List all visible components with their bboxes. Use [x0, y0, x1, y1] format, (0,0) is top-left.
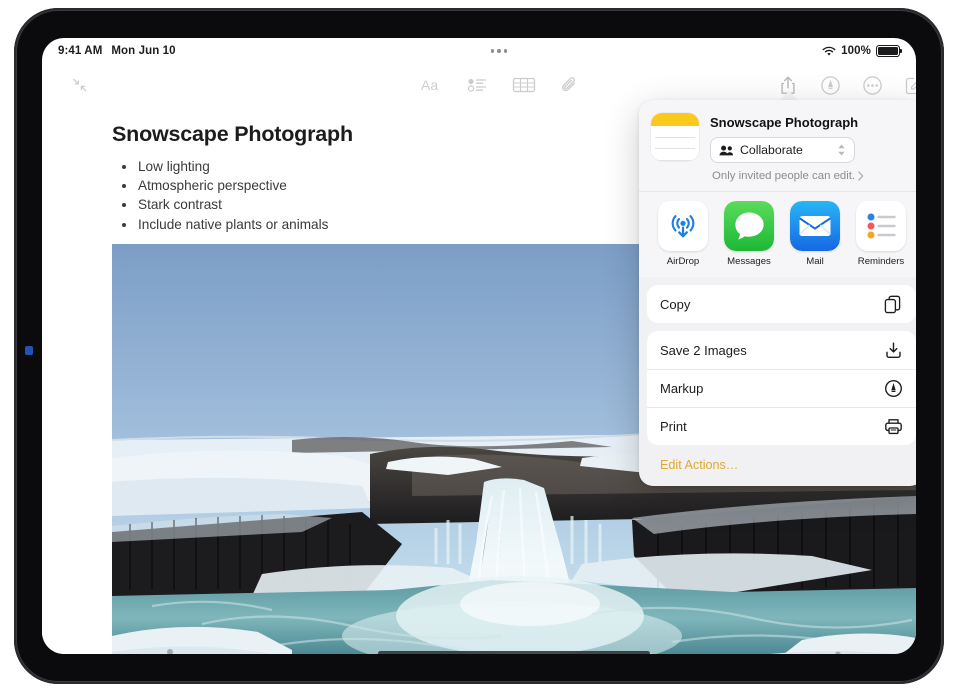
notes-app-icon	[651, 113, 699, 161]
action-print[interactable]: Print	[647, 407, 916, 445]
reminders-icon	[856, 201, 906, 251]
collaborate-label: Collaborate	[740, 143, 831, 157]
save-download-icon	[884, 341, 903, 360]
checklist-icon	[467, 76, 489, 94]
chevron-up-down-icon	[837, 143, 846, 157]
share-target-messages[interactable]: Messages	[723, 201, 775, 267]
share-target-reminders[interactable]: Reminders	[855, 201, 907, 267]
text-format-button[interactable]: Aa	[416, 70, 448, 100]
action-group-primary: Copy	[647, 285, 916, 323]
share-sheet-header: Snowscape Photograph Collaborate	[639, 100, 916, 191]
status-bar-right: 100%	[822, 45, 900, 57]
battery-percent-label: 100%	[841, 45, 871, 57]
share-target-airdrop[interactable]: AirDrop	[657, 201, 709, 267]
messages-tile	[724, 201, 774, 251]
two-people-icon	[719, 145, 734, 156]
edit-actions-button[interactable]: Edit Actions…	[639, 445, 916, 486]
more-ellipsis-icon	[862, 75, 883, 96]
paperclip-icon	[560, 75, 580, 95]
reminders-tile	[856, 201, 906, 251]
app-label: Mail	[806, 256, 824, 267]
copy-icon	[884, 295, 903, 314]
more-button[interactable]	[856, 70, 888, 100]
permission-text: Only invited people can edit.	[712, 170, 855, 182]
action-label: Markup	[660, 381, 884, 396]
ipad-screen: 9:41 AM Mon Jun 10 100%	[42, 38, 916, 654]
status-time: 9:41 AM	[58, 45, 102, 57]
battery-icon	[876, 45, 900, 57]
action-label: Save 2 Images	[660, 343, 884, 358]
table-icon	[512, 76, 536, 94]
markup-pen-icon	[884, 379, 903, 398]
status-bar-left: 9:41 AM Mon Jun 10	[58, 45, 176, 57]
action-group-secondary: Save 2 Images Markup P	[647, 331, 916, 445]
action-copy[interactable]: Copy	[647, 285, 916, 323]
checklist-button[interactable]	[462, 70, 494, 100]
share-app-row[interactable]: AirDrop Messages	[639, 191, 916, 277]
app-label: AirDrop	[667, 256, 700, 267]
share-target-mail[interactable]: Mail	[789, 201, 841, 267]
home-indicator[interactable]	[378, 651, 650, 654]
svg-text:Aa: Aa	[421, 77, 438, 93]
mail-tile	[790, 201, 840, 251]
action-save-images[interactable]: Save 2 Images	[647, 331, 916, 369]
ipad-device-frame: 9:41 AM Mon Jun 10 100%	[14, 8, 944, 684]
app-label: Messages	[727, 256, 771, 267]
chevron-right-icon	[858, 171, 864, 181]
status-date: Mon Jun 10	[111, 45, 175, 57]
action-label: Copy	[660, 297, 884, 312]
airdrop-tile	[658, 201, 708, 251]
action-label: Print	[660, 419, 884, 434]
compose-icon	[904, 75, 917, 96]
printer-icon	[884, 417, 903, 436]
table-button[interactable]	[508, 70, 540, 100]
action-markup[interactable]: Markup	[647, 369, 916, 407]
share-sheet-popover: Snowscape Photograph Collaborate	[639, 100, 916, 486]
collapse-arrows-icon	[70, 75, 90, 95]
airdrop-icon	[658, 201, 708, 251]
app-label: Reminders	[858, 256, 904, 267]
share-sheet-title: Snowscape Photograph	[710, 115, 910, 130]
markup-button[interactable]	[814, 70, 846, 100]
attachment-button[interactable]	[554, 70, 586, 100]
mail-icon	[790, 201, 840, 251]
side-indicator-light	[25, 346, 33, 355]
wifi-icon	[822, 46, 836, 57]
status-bar: 9:41 AM Mon Jun 10 100%	[42, 38, 916, 64]
messages-icon	[724, 201, 774, 251]
collaborate-dropdown[interactable]: Collaborate	[710, 137, 855, 163]
collapse-button[interactable]	[64, 70, 96, 100]
text-format-aa-icon: Aa	[420, 76, 444, 94]
compose-button[interactable]	[898, 70, 916, 100]
multitask-dots-icon[interactable]	[491, 49, 508, 53]
status-bar-center	[176, 49, 823, 53]
permission-info-row[interactable]: Only invited people can edit.	[710, 170, 910, 182]
share-sheet-title-block: Snowscape Photograph Collaborate	[710, 113, 910, 182]
markup-pen-icon	[820, 75, 841, 96]
